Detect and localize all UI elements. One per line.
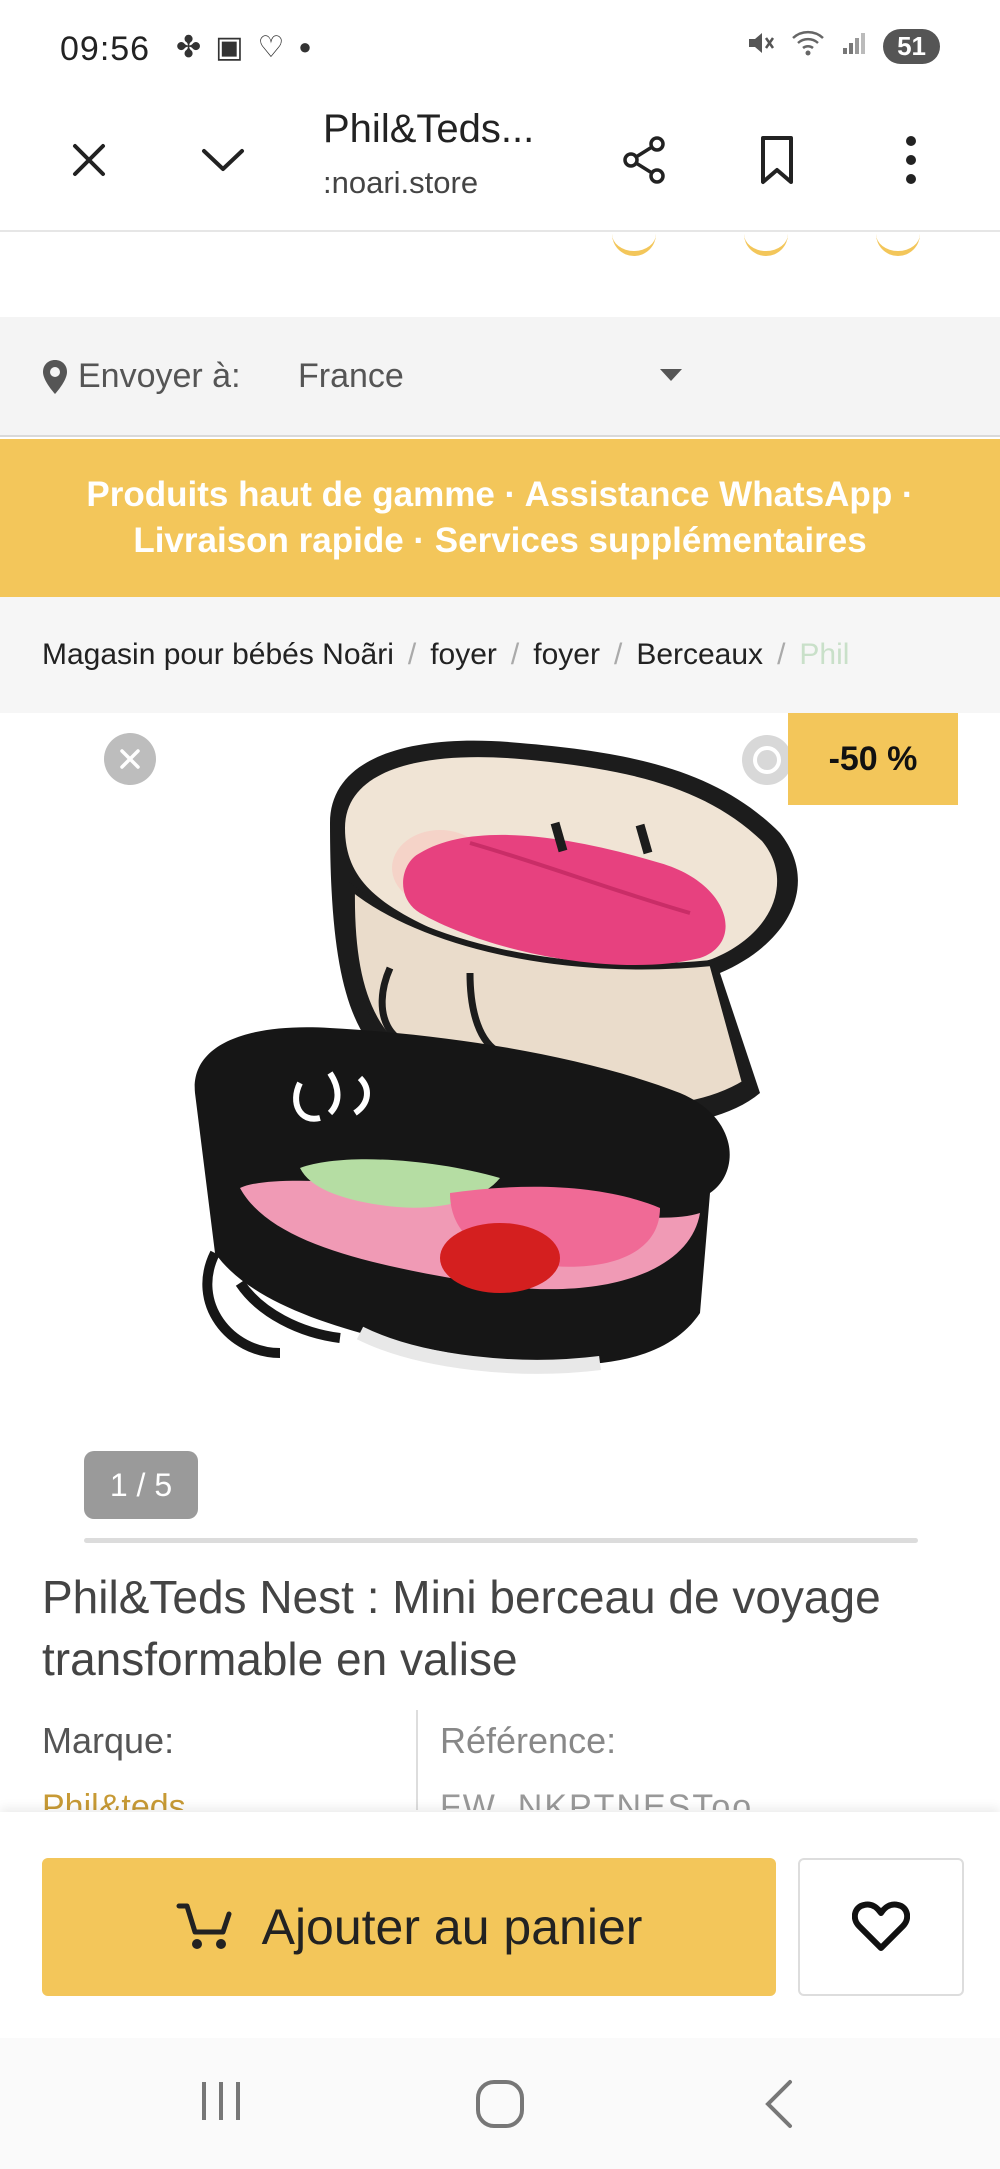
status-bar: 09:56 ✤ ▣ ♡ ● 51 [0, 0, 1000, 95]
status-notification-icons: ✤ ▣ ♡ ● [176, 30, 312, 65]
promo-banner: Produits haut de gamme · Assistance What… [0, 439, 1000, 597]
product-title: Phil&Teds Nest : Mini berceau de voyage … [42, 1571, 881, 1685]
add-to-cart-label: Ajouter au panier [261, 1899, 643, 1955]
page-title[interactable]: Phil&Teds... [323, 107, 534, 152]
site-logo[interactable] [170, 232, 490, 284]
page-url[interactable]: :noari.store [323, 165, 478, 201]
ship-to-label: Envoyer à: [78, 357, 241, 395]
breadcrumb-separator: / [510, 638, 520, 671]
zoom-lens-icon[interactable] [740, 733, 794, 792]
signal-icon [841, 30, 867, 63]
brand-block: Marque: Phil&teds [42, 1720, 186, 1810]
recents-button[interactable] [196, 2078, 246, 2124]
location-pin-icon [42, 359, 68, 400]
screen-record-icon: ▣ [215, 31, 244, 64]
ship-to-selector[interactable]: Envoyer à: France [0, 317, 1000, 437]
chevron-down-icon [202, 149, 244, 171]
browser-toolbar: Phil&Teds... :noari.store [0, 95, 1000, 232]
heart-shield-icon: ♡ [257, 31, 285, 64]
more-vert-icon [906, 136, 916, 184]
brand-link[interactable]: Phil&teds [42, 1788, 186, 1810]
breadcrumb-item-current: Phil [799, 638, 850, 671]
decorative-dot [744, 232, 788, 256]
breadcrumb-item-foyer-2[interactable]: foyer [533, 638, 600, 672]
bookmark-icon [761, 136, 793, 184]
home-button[interactable] [474, 2078, 526, 2130]
dot-icon: ● [298, 34, 312, 59]
product-meta-row: Marque: Phil&teds Référence: FW_NKPTNEST… [0, 1710, 1000, 1810]
gallery-divider [84, 1538, 918, 1543]
share-icon [623, 136, 665, 184]
system-nav-bar [0, 2038, 1000, 2169]
minimize-button[interactable] [188, 125, 258, 195]
brand-label: Marque: [42, 1720, 175, 1761]
more-menu-button[interactable] [876, 125, 946, 195]
decorative-dot [876, 232, 920, 256]
ship-to-country[interactable]: France [298, 357, 404, 396]
battery-indicator: 51 [883, 29, 940, 64]
recents-icon [202, 2082, 240, 2120]
heart-icon [852, 1901, 910, 1951]
close-tab-button[interactable] [54, 125, 124, 195]
reference-label: Référence: [440, 1720, 617, 1761]
back-button[interactable] [760, 2078, 796, 2130]
meta-divider [416, 1710, 418, 1810]
status-system-icons: 51 [745, 28, 940, 65]
breadcrumb-separator: / [407, 638, 417, 671]
status-time: 09:56 [60, 30, 151, 68]
photo-counter: 1 / 5 [84, 1451, 198, 1519]
site-header-logo-strip [0, 232, 1000, 317]
wishlist-button[interactable] [798, 1858, 964, 1996]
pinwheel-icon: ✤ [176, 31, 202, 64]
discount-badge: -50 % [788, 713, 958, 805]
product-gallery[interactable]: -50 % 1 / 5 [0, 713, 1000, 1540]
mute-vibrate-icon [745, 28, 775, 65]
reference-block: Référence: FW_NKPTNESToo [440, 1720, 753, 1810]
share-button[interactable] [610, 125, 680, 195]
breadcrumb-item-berceaux[interactable]: Berceaux [636, 638, 763, 672]
product-image[interactable] [0, 713, 1000, 1540]
breadcrumb-item-foyer[interactable]: foyer [430, 638, 497, 672]
cart-icon [176, 1903, 232, 1949]
close-icon [73, 144, 105, 176]
breadcrumb-item-home[interactable]: Magasin pour bébés Noãri [42, 638, 394, 672]
reference-value: FW_NKPTNESToo [440, 1788, 754, 1810]
gallery-close-button[interactable] [104, 733, 156, 785]
close-icon [120, 749, 140, 769]
bookmark-button[interactable] [742, 125, 812, 195]
banner-line-2: Livraison rapide · Services supplémentai… [133, 521, 867, 560]
breadcrumb: Magasin pour bébés Noãri / foyer / foyer… [0, 597, 1000, 713]
back-icon [765, 2080, 792, 2128]
home-icon [476, 2080, 524, 2128]
decorative-dot [612, 232, 656, 256]
wifi-icon [791, 29, 825, 64]
breadcrumb-separator: / [613, 638, 623, 671]
banner-line-1: Produits haut de gamme · Assistance What… [86, 475, 914, 514]
sticky-action-bar: Ajouter au panier [0, 1812, 1000, 2038]
add-to-cart-button[interactable]: Ajouter au panier [42, 1858, 776, 1996]
breadcrumb-separator: / [777, 638, 786, 671]
caret-down-icon[interactable] [660, 369, 682, 381]
